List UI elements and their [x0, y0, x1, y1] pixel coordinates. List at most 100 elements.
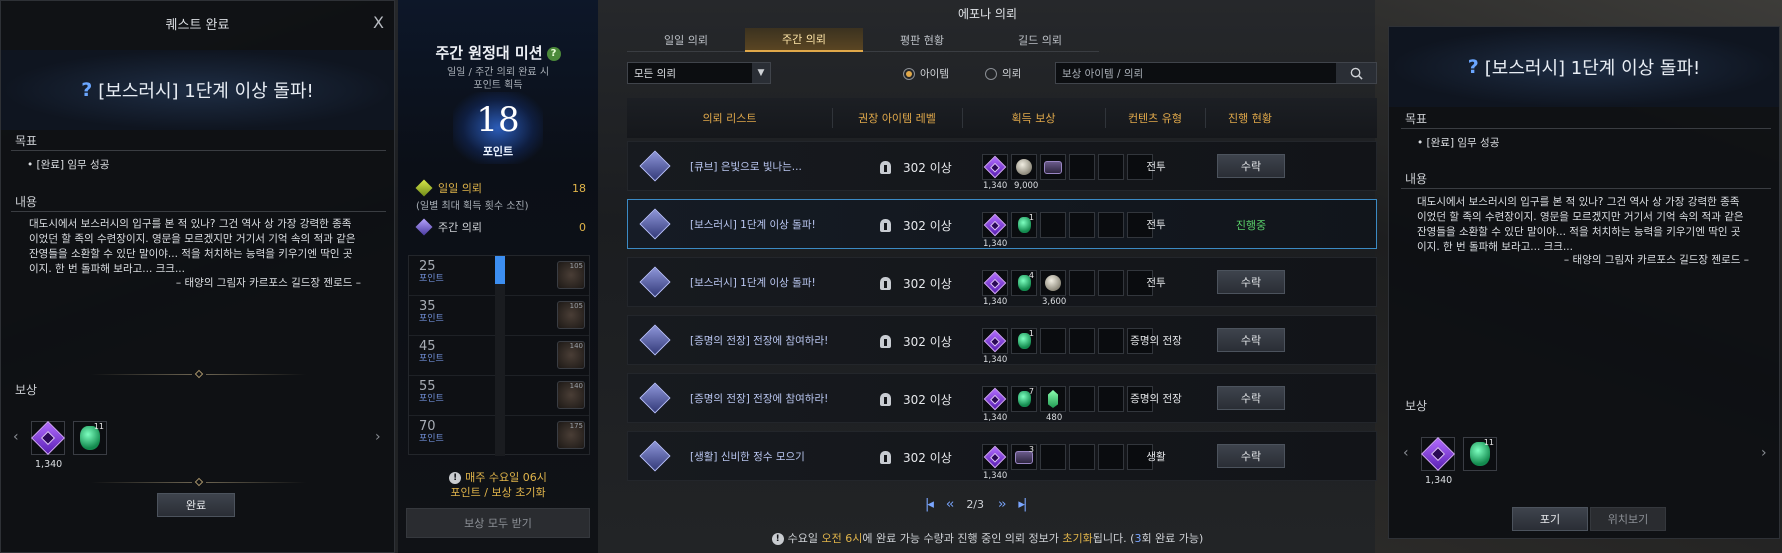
tier-points: 45 포인트	[419, 340, 444, 366]
search-placeholder: 보상 아이템 / 의뢰	[1062, 67, 1144, 80]
col-level: 권장 아이템 레벨	[858, 112, 936, 125]
radio-item[interactable]: 아이템	[903, 66, 949, 81]
reward-slot[interactable]	[982, 328, 1008, 354]
tier-chest-icon[interactable]: 175	[557, 421, 585, 449]
silver-coin-icon	[1016, 159, 1032, 175]
tab-daily[interactable]: 일일 의뢰	[627, 28, 745, 52]
accept-button[interactable]: 수락	[1217, 386, 1285, 410]
reward-slot-empty	[1040, 212, 1066, 238]
last-page-icon[interactable]: ▸|	[1018, 497, 1027, 512]
help-icon[interactable]: ?	[546, 46, 561, 61]
locate-button[interactable]: 위치보기	[1590, 507, 1666, 531]
reward-slot-empty	[1069, 270, 1095, 296]
table-row-selected[interactable]: [보스러시] 1단계 이상 돌파! 302 이상 1,340 1 전투 진행중	[627, 199, 1377, 249]
tier-chest-icon[interactable]: 105	[557, 301, 585, 329]
footer-text: 수요일	[787, 532, 819, 545]
tier-unit: 포인트	[419, 354, 444, 364]
daily-value: 18	[572, 181, 586, 195]
reset-note: ! 매주 수요일 06시 포인트 / 보상 초기화	[398, 470, 598, 500]
radio-label: 의뢰	[1002, 68, 1022, 80]
progress-track-scroll[interactable]	[495, 256, 505, 456]
reward-slot-2[interactable]: 11	[73, 421, 107, 455]
quest-name: [생활] 신비한 정수 모으기	[690, 451, 805, 463]
purple-gem-icon	[983, 155, 1007, 179]
reset-line-1: ! 매주 수요일 06시	[398, 470, 598, 485]
stack-count: 11	[93, 422, 104, 431]
tier-chest-icon[interactable]: 140	[557, 341, 585, 369]
first-page-icon[interactable]: |◂	[925, 497, 934, 512]
reward-slot[interactable]	[1040, 386, 1066, 412]
reward-slot[interactable]	[1011, 154, 1037, 180]
tier-chest-icon[interactable]: 140	[557, 381, 585, 409]
reward-slot[interactable]	[982, 212, 1008, 238]
col-content-type: 컨텐츠 유형	[1127, 112, 1183, 125]
reward-next-arrow[interactable]: ›	[375, 429, 381, 445]
table-row[interactable]: [증명의 전장] 전장에 참여하라! 302 이상 1,340 1 증명의 전장…	[627, 315, 1377, 365]
reward-prev-arrow[interactable]: ‹	[1403, 445, 1409, 461]
reward-prev-arrow[interactable]: ‹	[13, 429, 19, 445]
tier-points: 70 포인트	[419, 420, 444, 446]
search-input[interactable]: 보상 아이템 / 의뢰	[1055, 62, 1377, 84]
reward-qty: 480	[1046, 413, 1063, 423]
reward-slot-2[interactable]: 11	[1463, 437, 1497, 471]
purple-gem-icon	[1421, 437, 1455, 471]
window-title: 에포나 의뢰	[957, 6, 1017, 21]
radio-quest[interactable]: 의뢰	[985, 66, 1021, 81]
accept-button[interactable]: 수락	[1217, 270, 1285, 294]
reward-qty: 1,340	[983, 181, 1008, 191]
tab-guild[interactable]: 길드 의뢰	[981, 28, 1099, 52]
col-quest-list: 의뢰 리스트	[702, 112, 757, 125]
accept-button[interactable]: 수락	[1217, 444, 1285, 468]
abandon-button[interactable]: 포기	[1512, 507, 1588, 531]
reward-slot[interactable]	[1040, 270, 1066, 296]
stack-count: 7	[1028, 387, 1034, 396]
chest-badge: 140	[569, 342, 583, 350]
reward-slot-1[interactable]	[31, 421, 65, 455]
reward-slot[interactable]	[982, 444, 1008, 470]
tab-weekly[interactable]: 주간 의뢰	[745, 28, 863, 52]
tab-reputation[interactable]: 평판 현황	[863, 28, 981, 52]
reward-slot[interactable]	[982, 154, 1008, 180]
reward-qty: 1,340	[35, 459, 63, 470]
tier-unit: 포인트	[419, 434, 444, 444]
table-row[interactable]: [큐브] 은빛으로 빛나는... 302 이상 1,340 9,000 전투 수…	[627, 141, 1377, 191]
reward-slot[interactable]	[982, 386, 1008, 412]
quest-filter-select[interactable]: 모든 의뢰 ▼	[627, 62, 771, 84]
reward-slot[interactable]	[1040, 154, 1066, 180]
tier-points: 35 포인트	[419, 300, 444, 326]
mission-title-row: 주간 원정대 미션?	[398, 42, 598, 63]
tier-chest-icon[interactable]: 105	[557, 261, 585, 289]
reward-slot-1[interactable]	[1421, 437, 1455, 471]
accept-button[interactable]: 수락	[1217, 328, 1285, 352]
goal-item: • [완료] 임무 성공	[1417, 137, 1500, 149]
table-row[interactable]: [보스러시] 1단계 이상 돌파! 302 이상 1,340 4 3,600 전…	[627, 257, 1377, 307]
weekly-label: 주간 의뢰	[438, 221, 482, 234]
content-label: 내용	[15, 195, 38, 209]
chest-badge: 105	[569, 262, 583, 270]
reward-slot[interactable]: 1	[1011, 328, 1037, 354]
table-row[interactable]: [생활] 신비한 정수 모으기 302 이상 1,340 3 생활 수락	[627, 431, 1377, 481]
table-row[interactable]: [증명의 전장] 전장에 참여하라! 302 이상 1,340 7 480 증명…	[627, 373, 1377, 423]
level-text: 302 이상	[903, 451, 952, 465]
close-icon[interactable]: X	[373, 13, 384, 32]
chest-icon	[1044, 160, 1062, 174]
reward-slot[interactable]: 7	[1011, 386, 1037, 412]
reward-next-arrow[interactable]: ›	[1761, 445, 1767, 461]
reward-slot[interactable]: 1	[1011, 212, 1037, 238]
claim-all-button[interactable]: 보상 모두 받기	[406, 508, 590, 538]
reward-track[interactable]: 25 포인트 105 35 포인트 105 45 포인트 140 55 포인트 140 …	[408, 255, 590, 456]
quest-question-icon: ?	[1467, 56, 1479, 78]
complete-button[interactable]: 완료	[157, 493, 235, 517]
reward-slot[interactable]	[982, 270, 1008, 296]
footer-text: 에 완료 가능 수량과 진행 중인 의뢰 정보가	[862, 532, 1063, 545]
reward-slot-empty	[1069, 444, 1095, 470]
reward-slot[interactable]: 3	[1011, 444, 1037, 470]
accept-button[interactable]: 수락	[1217, 154, 1285, 178]
reward-slot[interactable]: 4	[1011, 270, 1037, 296]
search-button[interactable]	[1336, 63, 1376, 83]
chest-badge: 140	[569, 382, 583, 390]
prev-page-icon[interactable]: ‹‹	[946, 497, 955, 512]
next-page-icon[interactable]: ››	[998, 497, 1007, 512]
purple-gem-icon	[983, 445, 1007, 469]
tier-value: 55	[419, 379, 436, 394]
